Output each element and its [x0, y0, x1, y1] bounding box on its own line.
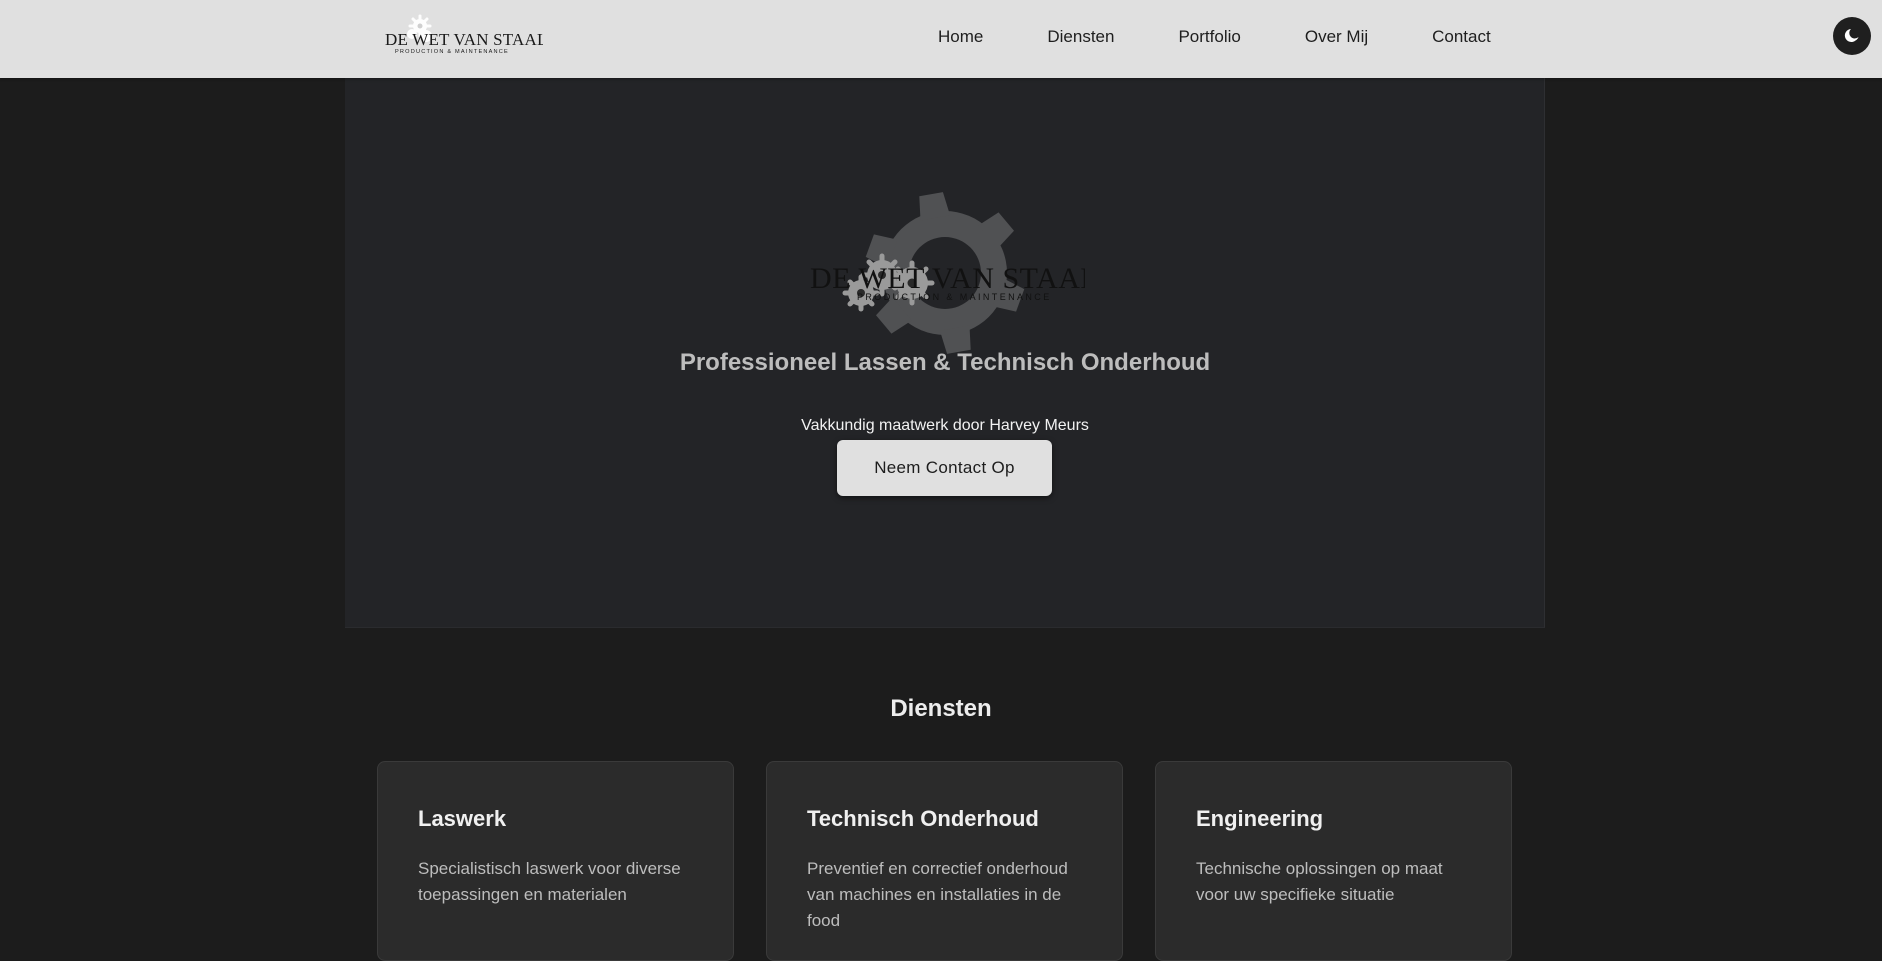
service-card-engineering: Engineering Technische oplossingen op ma…: [1155, 761, 1512, 961]
nav-portfolio-link[interactable]: Portfolio: [1178, 27, 1240, 47]
service-card-technisch-onderhoud: Technisch Onderhoud Preventief en correc…: [766, 761, 1123, 961]
nav-diensten-link[interactable]: Diensten: [1047, 27, 1114, 47]
hero-logo-graphic: DE WET VAN STAAL PRODUCTION & MAINTENANC…: [810, 192, 1085, 354]
logo-tagline: PRODUCTION & MAINTENANCE: [395, 49, 509, 55]
main-nav: Home Diensten Portfolio Over Mij Contact: [938, 0, 1491, 74]
theme-toggle-button[interactable]: [1833, 17, 1871, 55]
hero-title: Professioneel Lassen & Technisch Onderho…: [679, 349, 1211, 376]
service-card-description: Preventief en correctief onderhoud van m…: [807, 859, 1068, 930]
hero-section: DE WET VAN STAAL PRODUCTION & MAINTENANC…: [345, 78, 1545, 628]
hero-logo-name: DE WET VAN STAAL: [810, 262, 1085, 295]
site-logo[interactable]: DE WET VAN STAAL PRODUCTION & MAINTENANC…: [383, 12, 543, 64]
site-header: DE WET VAN STAAL PRODUCTION & MAINTENANC…: [0, 0, 1882, 78]
service-card-description: Technische oplossingen op maat voor uw s…: [1196, 859, 1443, 904]
logo-name: DE WET VAN STAAL: [385, 30, 543, 49]
service-card-laswerk: Laswerk Specialistisch laswerk voor dive…: [377, 761, 734, 961]
nav-contact-link[interactable]: Contact: [1432, 27, 1491, 47]
service-card-title: Technisch Onderhoud: [807, 806, 1039, 831]
service-card-description: Specialistisch laswerk voor diverse toep…: [418, 859, 681, 904]
hero-logo: DE WET VAN STAAL PRODUCTION & MAINTENANC…: [800, 173, 1085, 373]
logo-graphic: DE WET VAN STAAL PRODUCTION & MAINTENANC…: [385, 14, 543, 55]
nav-over-mij-link[interactable]: Over Mij: [1305, 27, 1368, 47]
service-card-title: Engineering: [1196, 806, 1324, 831]
moon-icon: [1844, 29, 1859, 42]
nav-home-link[interactable]: Home: [938, 27, 983, 47]
hero-logo-tagline: PRODUCTION & MAINTENANCE: [857, 292, 1052, 302]
contact-cta-button[interactable]: Neem Contact Op: [837, 440, 1052, 496]
services-heading: Diensten: [890, 695, 992, 722]
hero-subtitle: Vakkundig maatwerk door Harvey Meurs: [801, 417, 1089, 434]
service-card-title: Laswerk: [418, 806, 507, 831]
